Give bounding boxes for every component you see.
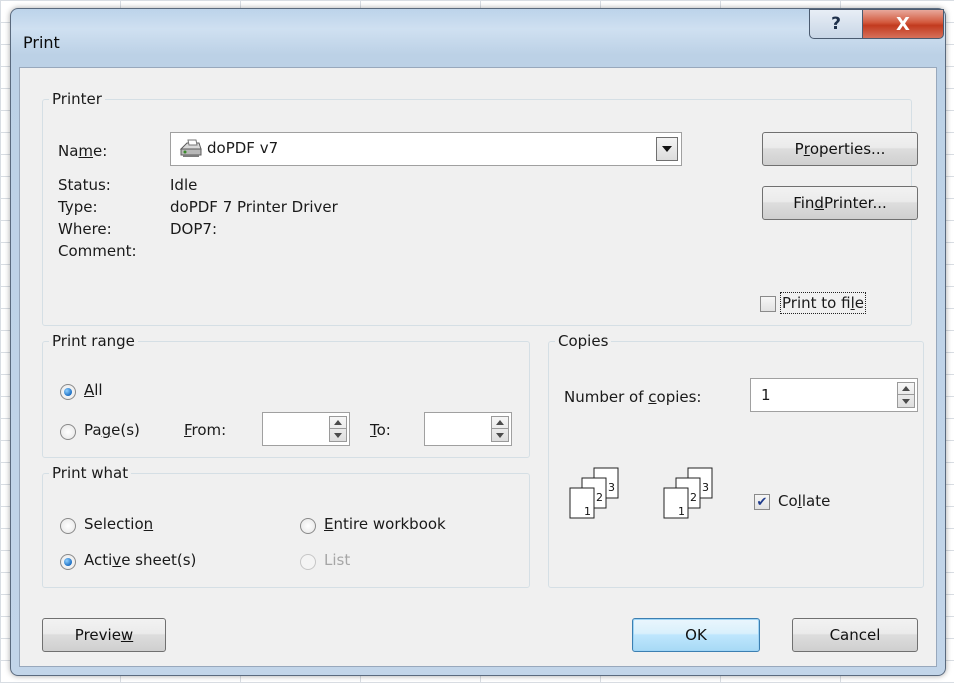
page-2-label: 2 <box>690 491 697 504</box>
dropdown-button[interactable] <box>656 137 678 161</box>
number-of-copies-label: Number of copies: <box>564 388 702 406</box>
page-1-label: 1 <box>678 505 685 518</box>
from-spinner[interactable] <box>262 412 350 446</box>
status-value: Idle <box>170 176 198 194</box>
where-value: DOP7: <box>170 220 217 238</box>
find-printer-button[interactable]: Fin d Printer... <box>762 186 918 220</box>
comment-label: Comment: <box>58 242 137 260</box>
close-button[interactable]: X <box>862 9 944 39</box>
printer-legend: Printer <box>52 90 102 108</box>
print-range-legend: Print range <box>52 332 135 350</box>
collate-checkbox[interactable]: ✔ <box>754 494 770 510</box>
active-sheets-label[interactable]: Active sheet(s) <box>84 551 196 569</box>
all-label[interactable]: All <box>84 381 103 399</box>
page-3-label: 3 <box>608 481 615 494</box>
chevron-down-icon <box>662 146 672 152</box>
collate-label[interactable]: Collate <box>778 492 830 510</box>
type-label: Type: <box>58 198 98 216</box>
properties-button[interactable]: Pr operties... <box>762 132 918 166</box>
to-label: To: <box>370 421 391 439</box>
from-label: From: <box>184 421 227 439</box>
title-bar: Print ? X <box>11 9 945 67</box>
type-value: doPDF 7 Printer Driver <box>170 198 338 216</box>
ok-button[interactable]: OK <box>632 618 760 652</box>
dialog-body: Printer Name: doPDF v7 Status: Idle Type… <box>19 67 937 667</box>
selection-radio[interactable] <box>60 518 76 534</box>
name-label: Name: <box>58 142 108 160</box>
print-to-file-label[interactable]: Print to file <box>780 292 866 314</box>
print-dialog: Print ? X Printer Name: doPDF v7 Status:… <box>10 8 946 676</box>
pages-radio[interactable] <box>60 424 76 440</box>
close-icon: X <box>896 13 910 35</box>
printer-name-combo[interactable]: doPDF v7 <box>170 132 682 166</box>
copies-spin-arrows[interactable] <box>897 382 915 408</box>
from-spin-arrows[interactable] <box>329 416 347 442</box>
collate-pages-icon: 3 2 1 <box>662 466 716 528</box>
print-what-legend: Print what <box>52 464 129 482</box>
help-button[interactable]: ? <box>809 9 863 39</box>
copies-legend: Copies <box>558 332 609 350</box>
page-2-label: 2 <box>596 491 603 504</box>
list-radio <box>300 554 316 570</box>
copies-spinner[interactable]: 1 <box>750 378 918 412</box>
pages-label[interactable]: Page(s) <box>84 421 140 439</box>
print-to-file-checkbox[interactable] <box>760 296 776 312</box>
to-spin-arrows[interactable] <box>491 416 509 442</box>
printer-icon <box>179 139 203 163</box>
preview-button[interactable]: Previe w <box>42 618 166 652</box>
page-1-label: 1 <box>584 505 591 518</box>
help-icon: ? <box>831 14 841 34</box>
printer-name-value: doPDF v7 <box>207 139 279 157</box>
page-3-label: 3 <box>702 481 709 494</box>
active-sheets-radio[interactable] <box>60 554 76 570</box>
collate-pages-icon: 3 2 1 <box>568 466 622 528</box>
all-radio[interactable] <box>60 384 76 400</box>
where-label: Where: <box>58 220 112 238</box>
entire-workbook-label[interactable]: Entire workbook <box>324 515 446 533</box>
dialog-title: Print <box>23 33 60 52</box>
status-label: Status: <box>58 176 111 194</box>
cancel-button[interactable]: Cancel <box>792 618 918 652</box>
entire-workbook-radio[interactable] <box>300 518 316 534</box>
copies-value: 1 <box>761 386 771 404</box>
to-spinner[interactable] <box>424 412 512 446</box>
list-label: List <box>324 551 351 569</box>
checkmark-icon: ✔ <box>756 494 768 510</box>
copies-group: Copies <box>548 332 924 588</box>
selection-label[interactable]: Selection <box>84 515 153 533</box>
